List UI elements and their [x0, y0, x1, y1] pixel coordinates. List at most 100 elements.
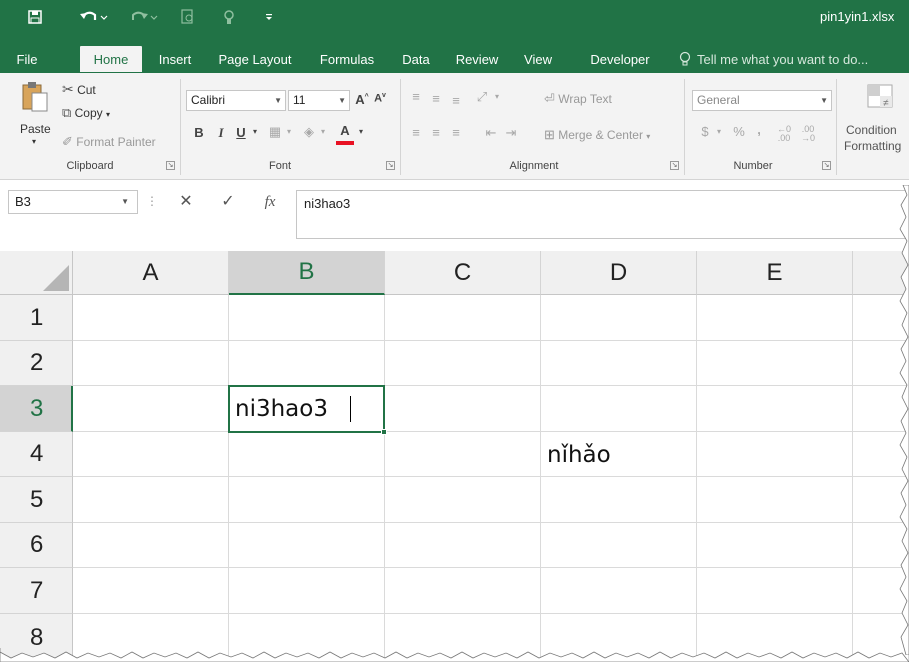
grid-cell[interactable]: [541, 341, 697, 386]
tab-insert[interactable]: Insert: [150, 46, 200, 72]
cancel-icon[interactable]: ✕: [174, 190, 198, 214]
grid-cell[interactable]: [73, 523, 229, 568]
grid-cell[interactable]: [385, 295, 541, 341]
grid-cell[interactable]: [541, 295, 697, 341]
grid-cell[interactable]: [229, 568, 385, 614]
grid-cell[interactable]: [73, 477, 229, 523]
font-color-button[interactable]: A: [336, 123, 354, 145]
tab-home[interactable]: Home: [80, 46, 142, 72]
align-top-icon[interactable]: ≡: [408, 89, 424, 104]
bold-button[interactable]: B: [192, 125, 206, 140]
customize-qat-icon[interactable]: [262, 6, 276, 28]
print-preview-icon[interactable]: [178, 6, 198, 28]
paste-dropdown-icon[interactable]: ▾: [32, 137, 36, 146]
select-all-button[interactable]: [0, 251, 73, 295]
cell-d4[interactable]: nǐhǎo: [541, 432, 697, 477]
orientation-icon[interactable]: ⤢: [472, 89, 492, 105]
grid-cell[interactable]: [385, 386, 541, 432]
row-header-1[interactable]: 1: [0, 295, 73, 341]
orientation-dropdown-icon[interactable]: ▾: [492, 92, 502, 101]
fill-handle[interactable]: [381, 429, 387, 435]
grid-cell[interactable]: [541, 477, 697, 523]
clipboard-launcher-icon[interactable]: ↘: [166, 161, 175, 170]
grid-cell[interactable]: [697, 386, 853, 432]
paste-icon[interactable]: [20, 79, 50, 115]
currency-button[interactable]: $: [698, 124, 712, 139]
borders-dropdown-icon[interactable]: ▾: [284, 127, 294, 136]
grid-cell[interactable]: [697, 295, 853, 341]
currency-dropdown-icon[interactable]: ▾: [714, 127, 724, 136]
align-right-icon[interactable]: ≡: [448, 125, 464, 140]
increase-indent-icon[interactable]: ⇥: [502, 125, 520, 141]
grid-cell[interactable]: [73, 341, 229, 386]
shrink-font-icon[interactable]: Av: [372, 92, 388, 105]
tab-formulas[interactable]: Formulas: [310, 46, 384, 72]
grid-cell[interactable]: [229, 477, 385, 523]
align-left-icon[interactable]: ≡: [408, 125, 424, 140]
font-color-dropdown-icon[interactable]: ▾: [356, 127, 366, 136]
row-header-5[interactable]: 5: [0, 477, 73, 523]
column-header-e[interactable]: E: [697, 251, 853, 295]
name-box[interactable]: B3 ▼: [8, 190, 138, 214]
row-header-7[interactable]: 7: [0, 568, 73, 614]
grid-cell[interactable]: [73, 568, 229, 614]
grid-cell[interactable]: [385, 523, 541, 568]
undo-icon[interactable]: [76, 6, 112, 28]
column-header-c[interactable]: C: [385, 251, 541, 295]
conditional-formatting-icon[interactable]: ≠: [866, 83, 898, 111]
redo-icon[interactable]: [126, 6, 162, 28]
save-icon[interactable]: [24, 6, 46, 28]
column-header-d[interactable]: D: [541, 251, 697, 295]
row-header-2[interactable]: 2: [0, 341, 73, 386]
formula-input[interactable]: ni3hao3: [296, 190, 909, 239]
number-launcher-icon[interactable]: ↘: [822, 161, 831, 170]
tab-data[interactable]: Data: [394, 46, 438, 72]
copy-button[interactable]: ⧉ Copy ▾: [62, 105, 110, 121]
grid-cell[interactable]: [229, 341, 385, 386]
grid-cell[interactable]: [385, 432, 541, 477]
percent-button[interactable]: %: [730, 124, 748, 139]
column-header-a[interactable]: A: [73, 251, 229, 295]
grid-cell[interactable]: [229, 295, 385, 341]
align-middle-icon[interactable]: ≡: [428, 91, 444, 106]
grid-cell[interactable]: [73, 386, 229, 432]
tab-review[interactable]: Review: [448, 46, 506, 72]
underline-dropdown-icon[interactable]: ▾: [250, 127, 260, 136]
format-painter-button[interactable]: ✐ Format Painter: [62, 134, 156, 150]
tab-file[interactable]: File: [0, 46, 54, 72]
align-center-icon[interactable]: ≡: [428, 125, 444, 140]
italic-button[interactable]: I: [214, 125, 228, 141]
decrease-indent-icon[interactable]: ⇤: [482, 125, 500, 141]
formula-bar-grip-icon[interactable]: ⋮: [146, 194, 158, 208]
font-size-combo[interactable]: 11 ▼: [288, 90, 350, 111]
wrap-text-button[interactable]: ⏎ Wrap Text: [544, 91, 612, 107]
number-format-combo[interactable]: General ▼: [692, 90, 832, 111]
insert-function-icon[interactable]: fx: [258, 190, 282, 214]
grid-cell[interactable]: [385, 341, 541, 386]
row-header-6[interactable]: 6: [0, 523, 73, 568]
tab-view[interactable]: View: [516, 46, 560, 72]
conditional-formatting-line1[interactable]: Condition: [846, 123, 897, 137]
merge-center-button[interactable]: ⊞ Merge & Center ▾: [544, 127, 650, 143]
grid-cell[interactable]: [697, 432, 853, 477]
grid-cell[interactable]: [697, 477, 853, 523]
comma-button[interactable]: ,: [754, 122, 764, 137]
grid-cell[interactable]: [385, 477, 541, 523]
grid-cell[interactable]: [541, 568, 697, 614]
fill-color-icon[interactable]: ◈: [300, 124, 318, 140]
tab-developer[interactable]: Developer: [572, 46, 668, 72]
row-header-4[interactable]: 4: [0, 432, 73, 477]
grid-cell[interactable]: [541, 386, 697, 432]
conditional-formatting-line2[interactable]: Formatting: [844, 139, 901, 153]
grid-cell[interactable]: [697, 341, 853, 386]
cell-b3[interactable]: ni3hao3: [229, 386, 385, 432]
tab-page-layout[interactable]: Page Layout: [210, 46, 300, 72]
paste-button[interactable]: Paste: [20, 122, 51, 136]
grid-cell[interactable]: [697, 568, 853, 614]
underline-button[interactable]: U: [234, 125, 248, 140]
grid-cell[interactable]: [73, 432, 229, 477]
enter-check-icon[interactable]: ✓: [216, 190, 240, 214]
touch-mode-icon[interactable]: [218, 6, 240, 28]
increase-decimal-icon[interactable]: ←0.00: [774, 125, 794, 143]
align-bottom-icon[interactable]: ≡: [448, 93, 464, 108]
